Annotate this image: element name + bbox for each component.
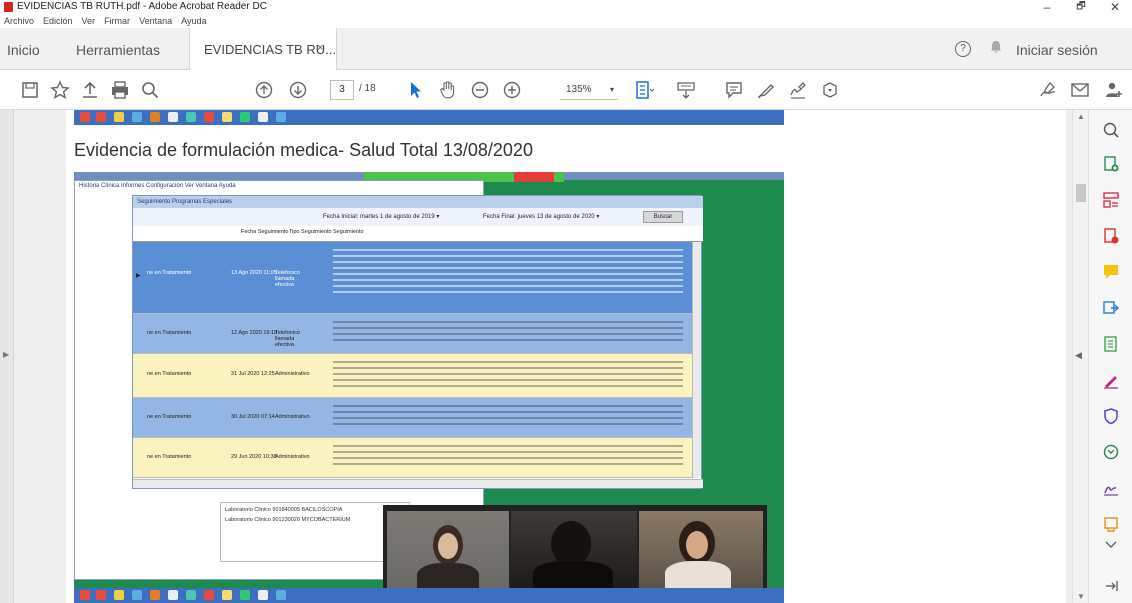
table-row: ne en Tratamiento 30 Jul 2020 07:14 Admi… [133, 398, 693, 438]
col-seguimiento: Seguimiento [333, 229, 364, 235]
scanned-taskbar-bottom [74, 588, 784, 603]
col-tipo-seguimiento: Tipo Seguimiento [289, 229, 332, 235]
bookmark-star-icon[interactable] [48, 78, 72, 102]
hand-tool-icon[interactable] [436, 78, 460, 102]
restore-button[interactable]: 🗗 [1064, 0, 1098, 14]
menu-edicion[interactable]: Edición [43, 14, 73, 28]
scanned-taskbar-top [74, 110, 784, 125]
keyboard-scroll-icon[interactable] [674, 78, 698, 102]
document-viewport[interactable]: Evidencia de formulación medica- Salud T… [14, 110, 1072, 603]
select-cursor-icon[interactable] [404, 78, 428, 102]
video-call-strip [383, 505, 767, 595]
title-bar: EVIDENCIAS TB RUTH.pdf - Adobe Acrobat R… [0, 0, 1132, 14]
more-tools-chevron-icon[interactable] [1101, 534, 1121, 554]
scanned-red-tag [514, 172, 554, 182]
col-fecha-seguimiento: Fecha Seguimiento [241, 229, 289, 235]
scanned-buscar-button: Buscar [643, 211, 683, 223]
main-toolbar: 3 / 18 135% ▾ [0, 70, 1132, 110]
tab-tools[interactable]: Herramientas [76, 42, 160, 58]
minimize-button[interactable]: – [1030, 0, 1064, 14]
zoom-tool-icon[interactable] [1101, 120, 1121, 140]
table-row: ▶ ne en Tratamiento 13 Ago 2020 11:05 Te… [133, 242, 693, 314]
more-tools-icon[interactable] [818, 78, 842, 102]
scanned-fecha-final: Fecha Final: jueves 13 de agosto de 2020… [483, 214, 600, 220]
comment-icon[interactable] [722, 78, 746, 102]
tab-bar: Inicio Herramientas EVIDENCIAS TB RU... … [0, 28, 1132, 70]
scanned-inner-title: Seguimiento Programas Especiales [133, 196, 703, 208]
zoom-out-icon[interactable] [468, 78, 492, 102]
scanned-lab-box: Laboratorio Clinico 901840005 BACILOSCOP… [220, 502, 410, 562]
help-icon[interactable]: ? [955, 41, 971, 57]
export-pdf-icon[interactable] [1101, 226, 1121, 246]
menu-ventana[interactable]: Ventana [139, 14, 172, 28]
video-tile-1 [387, 511, 509, 593]
tab-close-icon[interactable]: × [317, 42, 323, 54]
page-total: / 18 [359, 83, 376, 94]
email-icon[interactable] [1068, 78, 1092, 102]
compress-pdf-icon[interactable] [1101, 442, 1121, 462]
print-icon[interactable] [108, 78, 132, 102]
menu-firmar[interactable]: Firmar [104, 14, 130, 28]
chevron-down-icon: ▾ [609, 85, 614, 94]
window-title: EVIDENCIAS TB RUTH.pdf - Adobe Acrobat R… [17, 1, 267, 12]
expand-pane-icon[interactable] [1101, 576, 1121, 596]
zoom-level-value: 135% [566, 84, 592, 95]
scroll-down-icon[interactable]: ▼ [1077, 592, 1085, 601]
chevron-right-icon: ▶ [3, 350, 10, 359]
scanned-inner-scrollbar [692, 242, 701, 478]
zoom-level-dropdown[interactable]: 135% ▾ [560, 80, 618, 100]
create-pdf-icon[interactable] [1101, 154, 1121, 174]
page-heading: Evidencia de formulación medica- Salud T… [74, 140, 533, 160]
scanned-inner-toolbar: Fecha Inicial: martes 1 de agosto de 201… [133, 208, 703, 226]
table-row: ne en Tratamiento 31 Jul 2020 12:25 Admi… [133, 354, 693, 398]
fill-sign-icon[interactable] [1036, 78, 1060, 102]
stamp-tool-icon[interactable] [1101, 514, 1121, 534]
video-tile-2 [511, 511, 637, 591]
menu-archivo[interactable]: Archivo [4, 14, 34, 28]
scanned-seguimiento-window: Seguimiento Programas Especiales Fecha I… [132, 195, 703, 489]
send-file-icon[interactable] [1101, 298, 1121, 318]
add-user-icon[interactable] [1102, 78, 1126, 102]
scanned-screenshot: Historia Clínica Informes Configuración … [74, 172, 784, 599]
scanned-inner-hscrollbar [133, 479, 703, 488]
scanned-outer-menu: Historia Clínica Informes Configuración … [79, 183, 236, 189]
tab-document[interactable]: EVIDENCIAS TB RU... × [189, 28, 337, 70]
comment-tool-icon[interactable] [1101, 262, 1121, 282]
scrollbar-thumb[interactable] [1076, 184, 1086, 202]
sign-in-link[interactable]: Iniciar sesión [1016, 42, 1098, 58]
highlight-pen-icon[interactable] [754, 78, 778, 102]
collapse-pane-icon[interactable]: ◀ [1075, 350, 1082, 361]
acrobat-app-icon [4, 2, 13, 12]
fit-page-icon[interactable] [632, 78, 656, 102]
left-nav-pane-toggle[interactable]: ▶ [0, 110, 14, 603]
tab-home[interactable]: Inicio [7, 42, 40, 58]
fill-sign-tool-icon[interactable] [1101, 370, 1121, 390]
search-icon[interactable] [138, 78, 162, 102]
protect-shield-icon[interactable] [1101, 406, 1121, 426]
zoom-in-icon[interactable] [500, 78, 524, 102]
save-icon[interactable] [18, 78, 42, 102]
table-row: ne en Tratamiento 29 Jun 2020 10:38 Admi… [133, 438, 693, 478]
row-selected-marker: ▶ [136, 273, 141, 279]
scanned-fecha-inicial: Fecha Inicial: martes 1 de agosto de 201… [323, 214, 440, 220]
menu-ayuda[interactable]: Ayuda [181, 14, 206, 28]
video-tile-3 [639, 511, 763, 591]
share-upload-icon[interactable] [78, 78, 102, 102]
pdf-page: Evidencia de formulación medica- Salud T… [66, 110, 1066, 603]
previous-page-icon[interactable] [252, 78, 276, 102]
right-tools-pane: ◀ [1075, 110, 1132, 603]
scroll-up-icon[interactable]: ▲ [1077, 112, 1085, 121]
edit-pdf-icon[interactable] [1101, 334, 1121, 354]
page-number-input[interactable]: 3 [330, 80, 354, 100]
scanned-grid-header: Fecha Seguimiento Tipo Seguimiento Segui… [133, 226, 703, 242]
menu-bar: Archivo Edición Ver Firmar Ventana Ayuda [0, 14, 1132, 28]
table-row: ne en Tratamiento 12 Ago 2020 16:18 Tele… [133, 314, 693, 354]
sign-tool-icon[interactable] [1101, 478, 1121, 498]
menu-ver[interactable]: Ver [82, 14, 96, 28]
organize-pages-icon[interactable] [1101, 190, 1121, 210]
close-window-button[interactable]: ✕ [1098, 0, 1132, 14]
sign-icon[interactable] [786, 78, 810, 102]
next-page-icon[interactable] [286, 78, 310, 102]
notification-bell-icon[interactable] [990, 40, 1002, 57]
